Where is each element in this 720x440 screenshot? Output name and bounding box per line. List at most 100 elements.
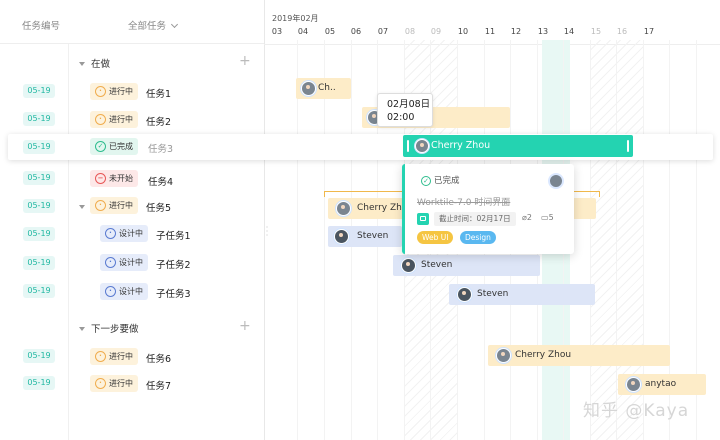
status-badge[interactable]: · 进行中 (90, 375, 138, 392)
gantt-bar[interactable]: Steven (449, 284, 595, 305)
avatar (548, 173, 564, 189)
bar-assignee: Ch.. (318, 83, 336, 93)
status-label: 已完成 (109, 142, 133, 151)
add-task-icon[interactable]: + (239, 54, 251, 68)
bar-assignee: Steven (477, 289, 509, 299)
day-label: 10 (457, 27, 469, 36)
design-icon: · (105, 257, 116, 268)
drag-handle-end[interactable] (627, 140, 629, 152)
day-label: 12 (510, 27, 522, 36)
status-badge[interactable]: · 设计中 (100, 283, 148, 300)
day-label: 17 (643, 27, 655, 36)
group-label: 下一步要做 (91, 324, 139, 335)
drag-handle-start[interactable] (407, 140, 409, 152)
day-label: 03 (271, 27, 283, 36)
collapse-icon[interactable] (79, 62, 85, 66)
day-label-weekend: 09 (430, 27, 442, 36)
status-label: 设计中 (119, 258, 143, 267)
collapse-icon[interactable] (79, 327, 85, 331)
status-label: 未开始 (109, 174, 133, 183)
status-badge[interactable]: − 未开始 (90, 170, 138, 187)
day-label-weekend: 15 (590, 27, 602, 36)
gantt-bar[interactable]: anytao (618, 374, 706, 395)
clock-icon: · (95, 351, 106, 362)
gantt-bar-selected[interactable]: Cherry Zhou (403, 135, 633, 157)
resize-handle-icon[interactable]: · · · (264, 224, 270, 240)
watermark: 知乎 @Kaya (583, 401, 690, 421)
task-number-tag: 05-19 (23, 376, 55, 390)
bar-assignee: Cherry Zhou (515, 350, 572, 360)
grid-line (590, 40, 591, 440)
status-badge[interactable]: · 进行中 (90, 348, 138, 365)
grid-line (297, 40, 298, 440)
task-number-tag: 05-19 (23, 227, 55, 241)
gantt-bar[interactable]: Steven (328, 226, 402, 247)
all-tasks-filter[interactable]: 全部任务 (128, 18, 179, 32)
tag-web-ui[interactable]: Web UI (417, 231, 454, 244)
card-task-title[interactable]: Worktile-7.0 时间界面 (417, 195, 510, 208)
status-label: 进行中 (109, 201, 133, 210)
clock-icon: · (95, 378, 106, 389)
task-name[interactable]: 任务7 (146, 378, 171, 392)
day-label: 11 (484, 27, 496, 36)
day-label: 07 (377, 27, 389, 36)
subtask-name[interactable]: 子任务3 (156, 286, 191, 300)
status-label: 进行中 (109, 352, 133, 361)
clock-icon: · (95, 86, 106, 97)
day-label: 14 (563, 27, 575, 36)
status-label: 进行中 (109, 115, 133, 124)
bar-assignee: anytao (645, 379, 677, 389)
timeline-month: 2019年02月 (272, 14, 319, 23)
gantt-bar[interactable]: Ch.. (296, 78, 351, 99)
task-number-tag: 05-19 (23, 112, 55, 126)
group-header-doing[interactable]: 在做 (79, 56, 110, 70)
avatar (496, 348, 511, 363)
status-badge[interactable]: · 进行中 (90, 83, 138, 100)
status-label: 设计中 (119, 287, 143, 296)
task-number-tag: 05-19 (23, 140, 55, 154)
gantt-bar[interactable]: Steven (393, 255, 540, 276)
task-name[interactable]: 任务2 (146, 114, 171, 128)
task-name[interactable]: 任务4 (148, 174, 173, 188)
chevron-down-icon (170, 20, 179, 29)
avatar (626, 377, 641, 392)
day-label: 13 (537, 27, 549, 36)
subtask-name[interactable]: 子任务2 (156, 257, 191, 271)
add-task-icon[interactable]: + (239, 319, 251, 333)
design-icon: · (105, 286, 116, 297)
clock-icon: · (95, 200, 106, 211)
tooltip-time: 02:00 (387, 112, 415, 123)
avatar (415, 139, 429, 153)
status-label: 进行中 (109, 87, 133, 96)
card-status-label: 已完成 (434, 176, 460, 186)
day-label-weekend: 16 (616, 27, 628, 36)
pane-divider[interactable] (264, 0, 265, 440)
status-badge[interactable]: ✓ 已完成 (90, 138, 138, 155)
status-badge[interactable]: · 设计中 (100, 254, 148, 271)
task-name[interactable]: 任务6 (146, 351, 171, 365)
status-badge[interactable]: · 进行中 (90, 197, 138, 214)
subtask-name[interactable]: 子任务1 (156, 228, 191, 242)
task-number-tag: 05-19 (23, 199, 55, 213)
avatar (457, 287, 472, 302)
task-detail-card[interactable]: ✓ 已完成 Worktile-7.0 时间界面 截止时间：02月17日 ⌀2 ▭5… (402, 164, 574, 254)
tag-design[interactable]: Design (460, 231, 496, 244)
status-badge[interactable]: · 设计中 (100, 225, 148, 242)
day-label-weekend: 08 (404, 27, 416, 36)
task-name[interactable]: 任务5 (146, 200, 171, 214)
avatar (401, 258, 416, 273)
task-name[interactable]: 任务1 (146, 86, 171, 100)
group-header-next[interactable]: 下一步要做 (79, 321, 139, 335)
task-name[interactable]: 任务3 (148, 141, 173, 155)
gantt-bar[interactable]: Cherry Zhou (488, 345, 670, 366)
tooltip-date: 02月08日 (387, 99, 431, 110)
status-badge[interactable]: · 进行中 (90, 111, 138, 128)
status-label: 进行中 (109, 379, 133, 388)
grid-line (324, 40, 325, 440)
column-header-task-number: 任务编号 (22, 21, 61, 32)
task-number-tag: 05-19 (23, 284, 55, 298)
avatar (301, 81, 316, 96)
avatar (336, 201, 351, 216)
timeline-header-border (264, 44, 720, 45)
design-icon: · (105, 228, 116, 239)
